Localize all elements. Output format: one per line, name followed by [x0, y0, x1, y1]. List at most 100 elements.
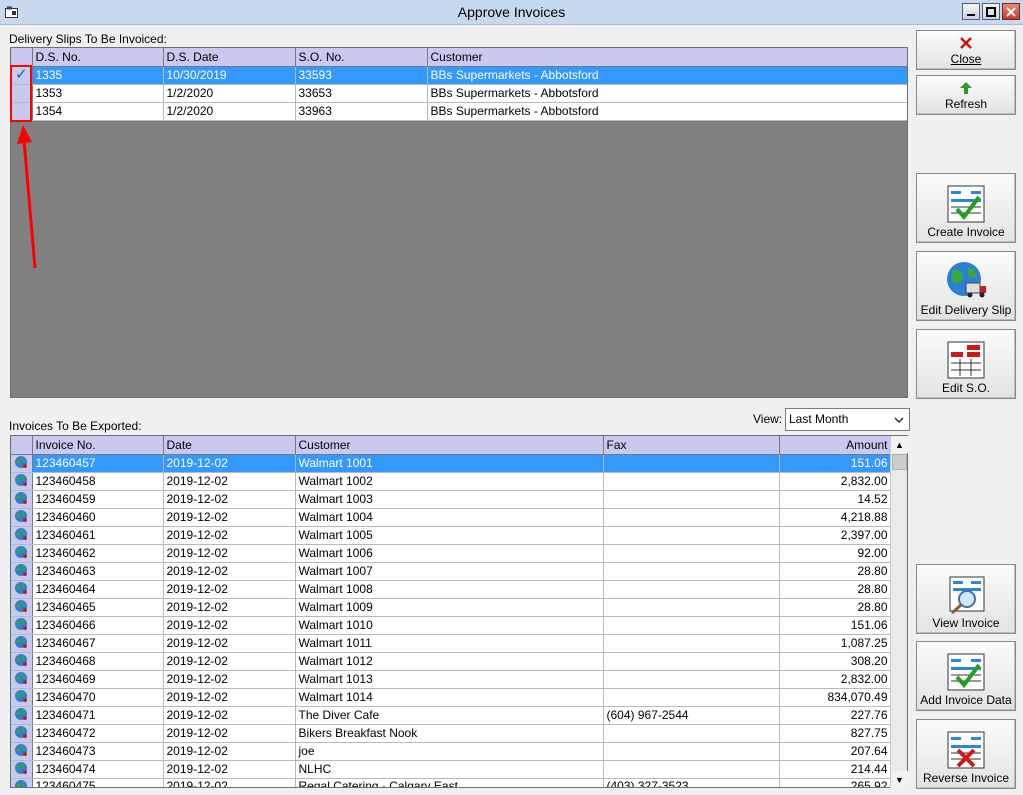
add-invoice-data-button[interactable]: Add Invoice Data — [916, 641, 1016, 711]
scroll-up-arrow-icon[interactable]: ▲ — [891, 436, 908, 453]
reverse-invoice-button[interactable]: Reverse Invoice — [916, 719, 1016, 789]
row-indicator[interactable] — [11, 688, 33, 707]
invoice-row[interactable]: 123460457 2019-12-02 Walmart 1001 151.06 — [11, 454, 892, 473]
delivery-row[interactable]: 1353 1/2/2020 33653 BBs Supermarkets - A… — [11, 84, 907, 103]
delivery-slips-grid[interactable]: D.S. No. D.S. Date S.O. No. Customer ✓ 1… — [10, 47, 908, 398]
column-header-so-no[interactable]: S.O. No. — [295, 48, 428, 67]
invoice-row[interactable]: 123460464 2019-12-02 Walmart 1008 28.80 — [11, 580, 892, 599]
globe-icon — [15, 455, 28, 468]
row-indicator-header — [11, 436, 33, 455]
row-indicator[interactable] — [11, 580, 33, 599]
invoice-row[interactable]: 123460460 2019-12-02 Walmart 1004 4,218.88 — [11, 508, 892, 527]
invoice-no-cell: 123460471 — [32, 706, 164, 725]
date-cell: 2019-12-02 — [163, 670, 296, 689]
column-header-customer[interactable]: Customer — [295, 436, 604, 455]
scroll-thumb[interactable] — [892, 454, 907, 470]
reverse-invoice-label: Reverse Invoice — [922, 771, 1010, 785]
globe-icon — [15, 779, 28, 787]
window-close-button[interactable] — [1002, 3, 1020, 20]
invoice-row[interactable]: 123460466 2019-12-02 Walmart 1010 151.06 — [11, 616, 892, 635]
column-header-fax[interactable]: Fax — [603, 436, 780, 455]
fax-cell — [603, 472, 780, 491]
row-indicator[interactable] — [11, 706, 33, 725]
amount-cell: 2,832.00 — [779, 472, 892, 491]
invoices-grid[interactable]: Invoice No. Date Customer Fax Amount 123… — [10, 435, 908, 788]
customer-cell: The Diver Cafe — [295, 706, 604, 725]
ds-date-cell: 10/30/2019 — [163, 66, 296, 85]
so-no-cell: 33963 — [295, 102, 428, 121]
row-indicator[interactable] — [11, 778, 33, 787]
invoice-row[interactable]: 123460468 2019-12-02 Walmart 1012 308.20 — [11, 652, 892, 671]
create-invoice-button[interactable]: Create Invoice — [916, 173, 1016, 243]
invoice-row[interactable]: 123460463 2019-12-02 Walmart 1007 28.80 — [11, 562, 892, 581]
row-indicator[interactable] — [11, 598, 33, 617]
invoice-row[interactable]: 123460474 2019-12-02 NLHC 214.44 — [11, 760, 892, 779]
globe-icon — [15, 671, 28, 684]
column-header-customer[interactable]: Customer — [427, 48, 907, 67]
invoice-row[interactable]: 123460475 2019-12-02 Regal Catering - Calg… — [11, 778, 892, 787]
view-select[interactable]: Last Month — [785, 408, 910, 431]
invoice-row[interactable]: 123460465 2019-12-02 Walmart 1009 28.80 — [11, 598, 892, 617]
date-cell: 2019-12-02 — [163, 454, 296, 473]
invoice-row[interactable]: 123460459 2019-12-02 Walmart 1003 14.52 — [11, 490, 892, 509]
invoice-row[interactable]: 123460473 2019-12-02 joe 207.64 — [11, 742, 892, 761]
row-indicator[interactable] — [11, 526, 33, 545]
row-indicator[interactable] — [11, 508, 33, 527]
amount-cell: 827.75 — [779, 724, 892, 743]
close-icon — [1006, 6, 1016, 17]
column-header-amount[interactable]: Amount — [779, 436, 892, 455]
invoice-row[interactable]: 123460469 2019-12-02 Walmart 1013 2,832.00 — [11, 670, 892, 689]
column-header-date[interactable]: Date — [163, 436, 296, 455]
add-invoice-data-icon — [947, 653, 985, 691]
invoices-scrollbar[interactable]: ▲ ▼ — [890, 436, 908, 788]
view-invoice-button[interactable]: View Invoice — [916, 564, 1016, 634]
row-indicator[interactable] — [11, 670, 33, 689]
invoice-no-cell: 123460461 — [32, 526, 164, 545]
refresh-button[interactable]: Refresh — [916, 75, 1016, 115]
amount-cell: 92.00 — [779, 544, 892, 563]
invoice-no-cell: 123460463 — [32, 562, 164, 581]
column-header-ds-date[interactable]: D.S. Date — [163, 48, 296, 67]
close-button[interactable]: Close — [916, 30, 1016, 70]
row-indicator[interactable] — [11, 562, 33, 581]
date-cell: 2019-12-02 — [163, 760, 296, 779]
row-indicator[interactable] — [11, 544, 33, 563]
row-indicator[interactable] — [11, 742, 33, 761]
invoice-row[interactable]: 123460461 2019-12-02 Walmart 1005 2,397.00 — [11, 526, 892, 545]
invoice-row[interactable]: 123460467 2019-12-02 Walmart 1011 1,087.25 — [11, 634, 892, 653]
row-indicator[interactable] — [11, 616, 33, 635]
customer-cell: Walmart 1008 — [295, 580, 604, 599]
customer-cell: Walmart 1014 — [295, 688, 604, 707]
delivery-row[interactable]: ✓ 1335 10/30/2019 33593 BBs Supermarkets… — [11, 66, 907, 85]
fax-cell — [603, 544, 780, 563]
invoice-no-cell: 123460457 — [32, 454, 164, 473]
row-indicator[interactable] — [11, 490, 33, 509]
row-indicator[interactable] — [11, 634, 33, 653]
row-indicator[interactable] — [11, 724, 33, 743]
scroll-down-arrow-icon[interactable]: ▼ — [891, 771, 908, 788]
ds-date-cell: 1/2/2020 — [163, 102, 296, 121]
row-indicator[interactable] — [11, 652, 33, 671]
invoice-row[interactable]: 123460462 2019-12-02 Walmart 1006 92.00 — [11, 544, 892, 563]
row-indicator[interactable] — [11, 454, 33, 473]
date-cell: 2019-12-02 — [163, 490, 296, 509]
amount-cell: 214.44 — [779, 760, 892, 779]
column-header-invoice-no[interactable]: Invoice No. — [32, 436, 164, 455]
column-header-ds-no[interactable]: D.S. No. — [32, 48, 164, 67]
invoice-row[interactable]: 123460458 2019-12-02 Walmart 1002 2,832.00 — [11, 472, 892, 491]
delivery-row[interactable]: 1354 1/2/2020 33963 BBs Supermarkets - A… — [11, 102, 907, 121]
row-indicator[interactable] — [11, 760, 33, 779]
invoice-no-cell: 123460469 — [32, 670, 164, 689]
amount-cell: 227.76 — [779, 706, 892, 725]
invoice-no-cell: 123460473 — [32, 742, 164, 761]
invoice-row[interactable]: 123460471 2019-12-02 The Diver Cafe (604) 9… — [11, 706, 892, 725]
edit-delivery-slip-button[interactable]: Edit Delivery Slip — [916, 251, 1016, 321]
amount-cell: 14.52 — [779, 490, 892, 509]
maximize-button[interactable] — [982, 3, 1000, 20]
invoice-row[interactable]: 123460470 2019-12-02 Walmart 1014 834,070.4… — [11, 688, 892, 707]
globe-icon — [15, 653, 28, 666]
minimize-button[interactable] — [962, 3, 980, 20]
invoice-row[interactable]: 123460472 2019-12-02 Bikers Breakfast Nook… — [11, 724, 892, 743]
edit-so-button[interactable]: Edit S.O. — [916, 329, 1016, 399]
row-indicator[interactable] — [11, 472, 33, 491]
